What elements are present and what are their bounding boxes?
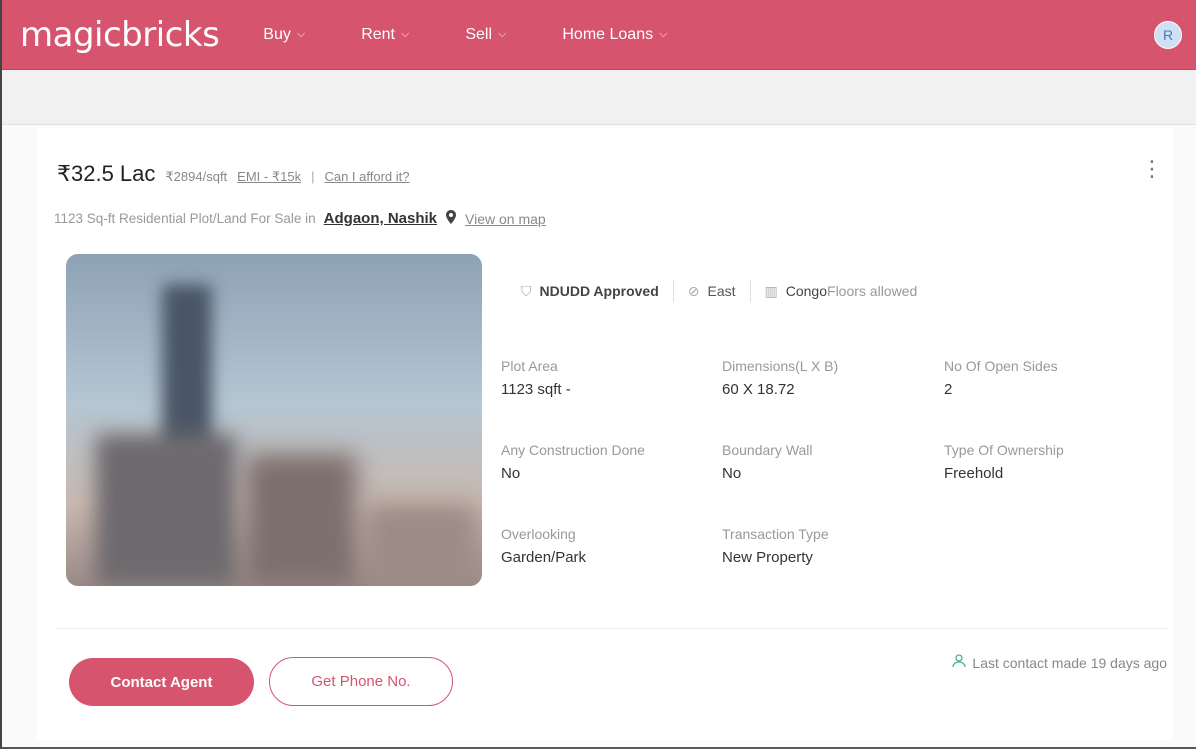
detail-construction: Any Construction Done No	[501, 442, 716, 482]
detail-value: No	[722, 465, 742, 482]
price-row: ₹32.5 Lac ₹2894/sqft EMI - ₹15k | Can I …	[57, 161, 410, 187]
detail-value: Garden/Park	[501, 549, 587, 566]
nav-rent[interactable]: Rent ⌵	[361, 26, 409, 44]
more-options-icon[interactable]: ⋮	[1141, 158, 1163, 180]
floors-tag: ▥ CongoFloors allowed	[765, 283, 918, 300]
chevron-down-icon: ⌵	[401, 28, 410, 40]
property-tags: ⛉ NDUDD Approved ⊘ East ▥ CongoFloors al…	[521, 280, 917, 302]
detail-value: 1123 sqft -	[501, 381, 571, 398]
building-icon: ▥	[764, 282, 778, 299]
nav-sell[interactable]: Sell ⌵	[465, 26, 506, 44]
price: ₹32.5 Lac	[57, 161, 156, 186]
detail-value: No	[501, 465, 521, 482]
view-on-map-link[interactable]: View on map	[465, 211, 546, 227]
divider	[57, 628, 1167, 629]
facing-tag: ⊘ East	[688, 283, 736, 300]
detail-dimensions: Dimensions(L X B) 60 X 18.72	[722, 358, 937, 398]
detail-plot-area: Plot Area 1123 sqft -	[501, 358, 716, 398]
detail-value: Freehold	[944, 465, 1004, 482]
separator: |	[311, 169, 315, 184]
detail-label: Any Construction Done	[501, 442, 645, 458]
nav-buy[interactable]: Buy ⌵	[263, 26, 305, 44]
facing-label: East	[707, 283, 736, 299]
nav-rent-label: Rent	[361, 25, 395, 43]
detail-boundary-wall: Boundary Wall No	[722, 442, 937, 482]
detail-value: 60 X 18.72	[722, 381, 795, 398]
top-navbar: magicbricks Buy ⌵ Rent ⌵ Sell ⌵ Home Loans ⌵…	[2, 0, 1196, 70]
detail-label: Transaction Type	[722, 526, 829, 542]
emi-link[interactable]: EMI - ₹15k	[237, 169, 301, 185]
chevron-down-icon: ⌵	[659, 28, 668, 40]
detail-value: New Property	[722, 549, 813, 566]
nav-home-loans[interactable]: Home Loans ⌵	[562, 26, 667, 44]
get-phone-button[interactable]: Get Phone No.	[269, 657, 453, 706]
locality-link[interactable]: Adgaon, Nashik	[324, 210, 437, 227]
detail-value: 2	[944, 381, 953, 398]
property-card[interactable]: ₹32.5 Lac ₹2894/sqft EMI - ₹15k | Can I …	[37, 128, 1173, 740]
compass-icon: ⊘	[687, 282, 700, 299]
nav-sell-label: Sell	[465, 25, 493, 43]
main-nav: Buy ⌵ Rent ⌵ Sell ⌵ Home Loans ⌵	[263, 26, 723, 44]
detail-overlooking: Overlooking Garden/Park	[501, 526, 716, 566]
nav-home-loans-label: Home Loans	[562, 25, 654, 43]
detail-label: Type Of Ownership	[944, 442, 1064, 458]
price-per-sqft: ₹2894/sqft	[165, 169, 228, 184]
shield-icon: ⛉	[521, 282, 532, 299]
page: magicbricks Buy ⌵ Rent ⌵ Sell ⌵ Home Loans ⌵…	[0, 0, 1196, 749]
floors-label: CongoFloors allowed	[785, 283, 918, 299]
magicbricks-logo[interactable]: magicbricks	[20, 15, 220, 55]
listing-description: 1123 Sq-ft Residential Plot/Land For Sal…	[54, 211, 316, 226]
detail-label: Plot Area	[501, 358, 558, 374]
approval-label: NDUDD Approved	[539, 283, 659, 299]
listing-subtitle: 1123 Sq-ft Residential Plot/Land For Sal…	[54, 210, 546, 227]
nav-buy-label: Buy	[263, 25, 291, 43]
last-contact-text: Last contact made 19 days ago	[972, 655, 1167, 671]
contact-agent-button[interactable]: Contact Agent	[69, 658, 254, 706]
detail-label: Dimensions(L X B)	[722, 358, 839, 374]
map-pin-icon	[445, 210, 457, 227]
last-contact-info: Last contact made 19 days ago	[952, 654, 1167, 672]
filter-band	[2, 70, 1196, 125]
user-avatar[interactable]: R	[1154, 21, 1182, 49]
detail-open-sides: No Of Open Sides 2	[944, 358, 1159, 398]
chevron-down-icon: ⌵	[296, 28, 306, 40]
afford-link[interactable]: Can I afford it?	[324, 169, 409, 184]
user-icon	[952, 654, 967, 672]
detail-label: Boundary Wall	[722, 442, 813, 458]
detail-label: No Of Open Sides	[944, 358, 1058, 374]
chevron-down-icon: ⌵	[498, 28, 507, 40]
detail-ownership: Type Of Ownership Freehold	[944, 442, 1159, 482]
detail-transaction: Transaction Type New Property	[722, 526, 937, 566]
property-photo[interactable]	[66, 254, 482, 586]
approval-tag: ⛉ NDUDD Approved	[521, 283, 659, 300]
detail-label: Overlooking	[501, 526, 576, 542]
